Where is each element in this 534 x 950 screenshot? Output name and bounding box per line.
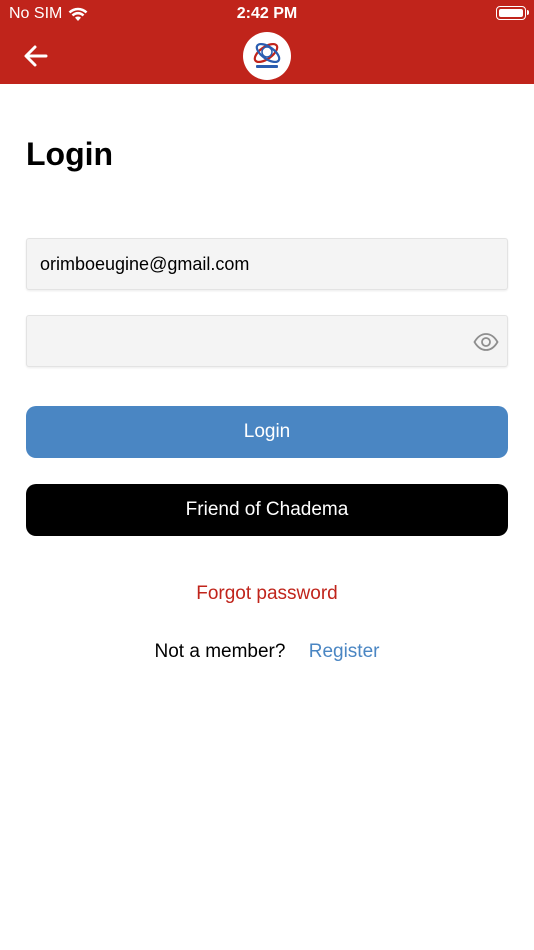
login-button[interactable]: Login: [26, 406, 508, 458]
register-row: Not a member? Register: [0, 641, 534, 663]
not-member-label: Not a member?: [154, 641, 286, 662]
status-time: 2:42 PM: [236, 5, 298, 22]
email-field-container: [26, 238, 508, 290]
page-title: Login: [26, 136, 114, 172]
forgot-password-row: Forgot password: [0, 583, 534, 605]
friend-of-chadema-button[interactable]: Friend of Chadema: [26, 484, 508, 536]
register-link[interactable]: Register: [309, 641, 380, 662]
forgot-password-link[interactable]: Forgot password: [196, 583, 338, 604]
status-bar: No SIM 2:42 PM: [0, 0, 534, 28]
email-field[interactable]: [27, 239, 507, 289]
eye-icon[interactable]: [473, 330, 499, 354]
password-field[interactable]: [27, 316, 507, 366]
chadema-logo-icon: [243, 32, 291, 80]
password-field-container: [26, 315, 508, 367]
arrow-left-icon[interactable]: [22, 42, 50, 70]
app-header: No SIM 2:42 PM: [0, 0, 534, 84]
battery-icon: [496, 6, 529, 20]
